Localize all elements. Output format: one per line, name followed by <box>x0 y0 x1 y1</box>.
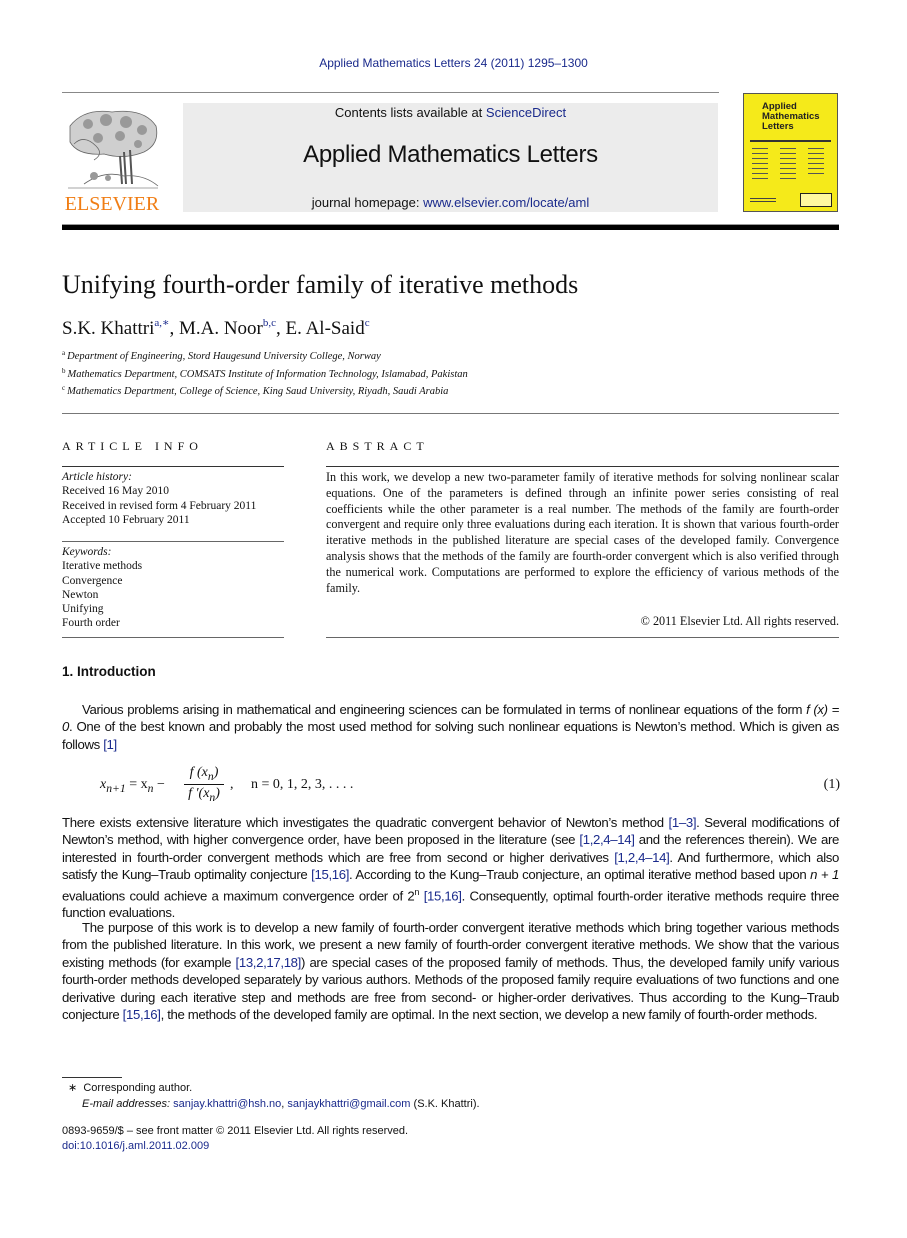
equation-lhs: xn+1 = xn − <box>100 777 165 795</box>
sciencedirect-link[interactable]: ScienceDirect <box>486 105 566 120</box>
affiliation-text: Mathematics Department, COMSATS Institut… <box>67 369 468 380</box>
footnote-text: Corresponding author. <box>83 1082 193 1094</box>
footnote-rule <box>62 1077 122 1078</box>
fraction-denominator: f ′(xn) <box>188 786 220 804</box>
text-run: . One of the best known and probably the… <box>62 719 839 752</box>
issn-line: 0893-9659/$ – see front matter © 2011 El… <box>62 1125 409 1137</box>
equation-range: , n = 0, 1, 2, 3, . . . . <box>230 777 354 792</box>
citation-link[interactable]: [1–3] <box>669 815 697 830</box>
footnote-corresponding: ∗ Corresponding author. <box>68 1081 192 1094</box>
abstract-rule <box>326 466 839 467</box>
email-link[interactable]: sanjaykhattri@gmail.com <box>287 1098 410 1110</box>
contents-prefix: Contents lists available at <box>334 105 486 120</box>
homepage-link[interactable]: www.elsevier.com/locate/aml <box>423 195 589 210</box>
citation-link[interactable]: [13,2,17,18] <box>236 955 302 970</box>
intro-paragraph-3: The purpose of this work is to develop a… <box>62 919 839 1023</box>
affiliation: a Department of Engineering, Stord Hauges… <box>62 349 381 362</box>
article-history: Article history: Received 16 May 2010 Re… <box>62 470 287 527</box>
citation-link[interactable]: [15,16] <box>424 888 462 903</box>
sciencedirect-badge <box>750 198 776 206</box>
author-affil-mark[interactable]: a,∗ <box>154 317 169 329</box>
affiliation-text: Mathematics Department, College of Scien… <box>67 386 449 397</box>
abstract-heading: ABSTRACT <box>326 439 429 453</box>
tree-icon <box>68 110 159 189</box>
header-rule <box>62 92 719 93</box>
section-heading: 1. Introduction <box>62 664 156 679</box>
citation-link[interactable]: [15,16] <box>123 1007 161 1022</box>
keyword: Newton <box>62 588 99 601</box>
author-list: S.K. Khattria,∗, M.A. Noorb,c, E. Al-Sai… <box>62 317 370 339</box>
homepage-prefix: journal homepage: <box>311 195 424 210</box>
history-item: Accepted 10 February 2011 <box>62 513 190 526</box>
email-owner: (S.K. Khattri). <box>410 1098 480 1110</box>
equation-1: xn+1 = xn − f (xn) f ′(xn) , n = 0, 1, 2… <box>100 765 840 809</box>
affiliation-text: Department of Engineering, Stord Haugesu… <box>67 351 381 362</box>
email-label: E-mail addresses: <box>82 1098 171 1110</box>
cover-title: Applied Mathematics Letters <box>762 102 820 132</box>
article-info-heading: ARTICLE INFO <box>62 439 203 453</box>
inline-math: n + 1 <box>810 867 839 883</box>
section-divider <box>62 413 839 414</box>
history-item: Received in revised form 4 February 2011 <box>62 499 257 512</box>
keyword: Convergence <box>62 574 123 587</box>
article-info-rule <box>62 541 284 542</box>
journal-masthead: Contents lists available at ScienceDirec… <box>183 103 718 212</box>
affiliation-mark: c <box>62 384 66 392</box>
text-run: evaluations could achieve a maximum conv… <box>62 888 415 904</box>
fraction-numerator: f (xn) <box>189 765 219 783</box>
journal-title: Applied Mathematics Letters <box>303 141 598 168</box>
author-name[interactable]: S.K. Khattri <box>62 318 154 339</box>
intro-paragraph-2: There exists extensive literature which … <box>62 814 839 922</box>
journal-cover-thumbnail[interactable]: Applied Mathematics Letters <box>743 93 838 212</box>
author-affil-mark[interactable]: c <box>365 317 370 329</box>
citation-link[interactable]: [1,2,4–14] <box>579 832 635 847</box>
affiliation-mark: b <box>62 367 66 375</box>
article-info-rule <box>62 466 284 467</box>
keywords: Keywords: Iterative methods Convergence … <box>62 545 287 631</box>
article-title: Unifying fourth-order family of iterativ… <box>62 270 579 299</box>
footnote-mark: ∗ <box>68 1082 78 1094</box>
author-name[interactable]: M.A. Noor <box>179 318 263 339</box>
text-run: . According to the Kung–Traub conjecture… <box>349 867 811 883</box>
intro-paragraph-1: Various problems arising in mathematical… <box>62 701 839 753</box>
history-label: Article history: <box>62 471 132 483</box>
equation-fraction: f (xn) f ′(xn) <box>184 765 224 804</box>
elsevier-logo: ELSEVIER <box>62 100 162 215</box>
citation-link[interactable]: [1] <box>103 737 117 752</box>
homepage-line: journal homepage: www.elsevier.com/locat… <box>183 195 718 210</box>
keyword: Iterative methods <box>62 560 143 573</box>
abstract-text: In this work, we develop a new two-param… <box>326 470 839 595</box>
history-item: Received 16 May 2010 <box>62 485 169 498</box>
cover-divider <box>750 140 831 142</box>
equation-number: (1) <box>823 777 840 792</box>
email-link[interactable]: sanjay.khattri@hsh.no <box>173 1098 281 1110</box>
electronic-access-badge <box>800 193 832 207</box>
text-run: There exists extensive literature which … <box>62 815 669 830</box>
text-run: , the methods of the developed family ar… <box>160 1007 818 1023</box>
journal-reference[interactable]: Applied Mathematics Letters 24 (2011) 12… <box>0 56 907 70</box>
masthead-rule <box>62 224 839 230</box>
keyword: Unifying <box>62 603 104 616</box>
author-name[interactable]: E. Al-Said <box>286 318 365 339</box>
doi-link[interactable]: doi:10.1016/j.aml.2011.02.009 <box>62 1140 209 1152</box>
affiliation-mark: a <box>62 349 66 357</box>
doi-text[interactable]: doi:10.1016/j.aml.2011.02.009 <box>62 1140 209 1152</box>
affiliation: b Mathematics Department, COMSATS Institu… <box>62 367 468 380</box>
keywords-label: Keywords: <box>62 546 112 558</box>
cover-editorial-columns <box>752 148 832 186</box>
abstract-rule <box>326 637 839 638</box>
text-run: Various problems arising in mathematical… <box>82 702 807 717</box>
affiliation: c Mathematics Department, College of Scie… <box>62 384 448 397</box>
footnote-emails: E-mail addresses: sanjay.khattri@hsh.no,… <box>82 1098 480 1110</box>
abstract-copyright: © 2011 Elsevier Ltd. All rights reserved… <box>640 614 839 628</box>
citation-link[interactable]: [15,16] <box>311 867 349 882</box>
keyword: Fourth order <box>62 617 120 630</box>
cover-title-line: Letters <box>762 121 794 132</box>
fraction-bar <box>184 784 224 785</box>
author-affil-mark[interactable]: b,c <box>263 317 276 329</box>
contents-line: Contents lists available at ScienceDirec… <box>183 105 718 120</box>
publisher-wordmark: ELSEVIER <box>64 193 160 215</box>
citation-link[interactable]: [1,2,4–14] <box>614 850 670 865</box>
article-info-rule <box>62 637 284 638</box>
